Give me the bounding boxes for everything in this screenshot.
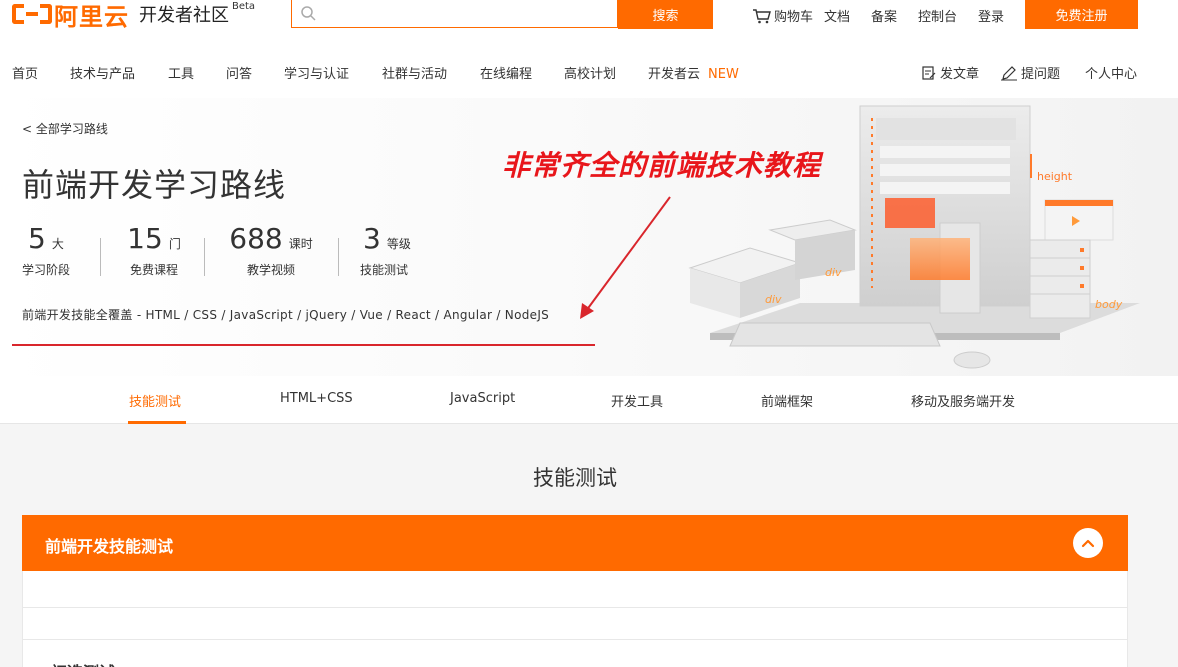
page-title: 前端开发学习路线 — [22, 166, 287, 204]
login-link[interactable]: 登录 — [978, 6, 1004, 25]
cart-link[interactable]: 购物车 — [752, 6, 813, 25]
stat-courses-num: 15 — [127, 222, 163, 255]
record-link[interactable]: 备案 — [871, 6, 897, 25]
write-article-label: 发文章 — [940, 67, 980, 82]
stat-tests-unit: 等级 — [386, 237, 411, 251]
tab-skill-test[interactable]: 技能测试 — [129, 391, 181, 410]
stat-divider — [204, 238, 205, 276]
nav-item-online-coding[interactable]: 在线编程 — [480, 63, 532, 82]
aliyun-logo-icon — [12, 2, 52, 26]
chevron-up-icon — [1081, 539, 1095, 548]
hero-banner: < 全部学习路线 前端开发学习路线 5大 学习阶段 15 门 免费课程 688 课时… — [0, 98, 1178, 376]
breadcrumb-all-paths[interactable]: < 全部学习路线 — [22, 120, 108, 137]
illus-div-label: div — [765, 293, 782, 306]
collapse-button[interactable] — [1073, 528, 1103, 558]
personal-center-link[interactable]: 个人中心 — [1085, 63, 1137, 82]
top-header: 阿里云 开发者社区 Beta 搜索 购物车 文档 备案 控制台 登录 免费注册 — [0, 0, 1178, 42]
nav-item-home[interactable]: 首页 — [12, 63, 38, 82]
nav-item-qa[interactable]: 问答 — [226, 63, 252, 82]
panel-subheading: 初选测试 — [51, 659, 115, 667]
nav-item-community[interactable]: 社群与活动 — [382, 63, 447, 82]
cart-icon — [753, 8, 771, 23]
illus-height-label: height — [1037, 170, 1073, 183]
search-input[interactable] — [292, 0, 617, 27]
docs-link[interactable]: 文档 — [824, 6, 850, 25]
annotation-underline — [12, 344, 595, 346]
stat-tests-num: 3 — [363, 222, 381, 255]
site-logo[interactable]: 阿里云 开发者社区 Beta — [12, 0, 256, 31]
stat-divider — [100, 238, 101, 276]
search-bar — [291, 0, 618, 28]
brand-subtitle: 开发者社区 — [139, 5, 229, 26]
edit-document-icon — [922, 65, 936, 80]
tech-coverage-line: 前端开发技能全覆盖 - HTML / CSS / JavaScript / jQ… — [22, 308, 550, 322]
main-nav: 首页 技术与产品 工具 问答 学习与认证 社群与活动 在线编程 高校计划 开发者… — [0, 42, 1178, 98]
nav-item-learning[interactable]: 学习与认证 — [284, 63, 349, 82]
ask-question-label: 提问题 — [1021, 67, 1061, 82]
nav-item-tools[interactable]: 工具 — [168, 63, 194, 82]
search-button[interactable]: 搜索 — [618, 0, 713, 29]
row-divider — [23, 607, 1127, 608]
register-button[interactable]: 免费注册 — [1025, 0, 1138, 29]
stat-stages-label: 学习阶段 — [22, 263, 71, 277]
stat-stages-num: 5 — [28, 222, 46, 255]
pencil-icon — [1001, 65, 1017, 80]
nav-item-tech-products[interactable]: 技术与产品 — [70, 63, 135, 82]
stat-divider — [338, 238, 339, 276]
write-article-link[interactable]: 发文章 — [921, 63, 979, 82]
section-title: 技能测试 — [533, 466, 617, 490]
new-badge: NEW — [708, 67, 739, 82]
skill-test-panel-header[interactable]: 前端开发技能测试 — [22, 515, 1128, 571]
row-divider — [23, 639, 1127, 640]
stat-stages: 5大 学习阶段 — [22, 222, 78, 278]
active-tab-indicator — [128, 421, 186, 424]
tab-frameworks[interactable]: 前端框架 — [761, 391, 813, 410]
illus-div-label: div — [825, 266, 842, 279]
search-icon — [301, 6, 316, 21]
brand-name: 阿里云 — [54, 2, 129, 31]
nav-item-dev-cloud[interactable]: 开发者云 NEW — [648, 63, 739, 82]
cart-label: 购物车 — [774, 10, 814, 25]
beta-badge: Beta — [232, 0, 256, 12]
nav-item-campus[interactable]: 高校计划 — [564, 63, 616, 82]
stat-videos-num: 688 — [229, 222, 283, 255]
stat-stages-unit: 大 — [51, 237, 64, 251]
stat-videos-unit: 课时 — [288, 237, 313, 251]
tab-mobile-server[interactable]: 移动及服务端开发 — [911, 391, 1015, 410]
panel-title: 前端开发技能测试 — [45, 537, 174, 556]
stat-videos: 688 课时 教学视频 — [226, 222, 316, 278]
frontend-illustration: height div div body — [688, 105, 1140, 369]
stat-courses: 15 门 免费课程 — [124, 222, 184, 278]
skill-test-panel-body: 初选测试 — [22, 571, 1128, 667]
illus-body-label: body — [1095, 298, 1123, 311]
stat-tests-label: 技能测试 — [360, 263, 409, 277]
stat-courses-unit: 门 — [168, 237, 181, 251]
tab-html-css[interactable]: HTML+CSS — [280, 391, 353, 406]
stat-tests: 3 等级 技能测试 — [360, 222, 420, 278]
console-link[interactable]: 控制台 — [918, 6, 957, 25]
category-tabs: 技能测试 HTML+CSS JavaScript 开发工具 前端框架 移动及服务… — [0, 376, 1178, 424]
stat-videos-label: 教学视频 — [246, 263, 295, 277]
tab-dev-tools[interactable]: 开发工具 — [611, 391, 663, 410]
stat-courses-label: 免费课程 — [129, 263, 178, 277]
ask-question-link[interactable]: 提问题 — [1000, 63, 1060, 82]
nav-dev-cloud-label: 开发者云 — [648, 67, 701, 82]
tab-javascript[interactable]: JavaScript — [450, 391, 515, 406]
